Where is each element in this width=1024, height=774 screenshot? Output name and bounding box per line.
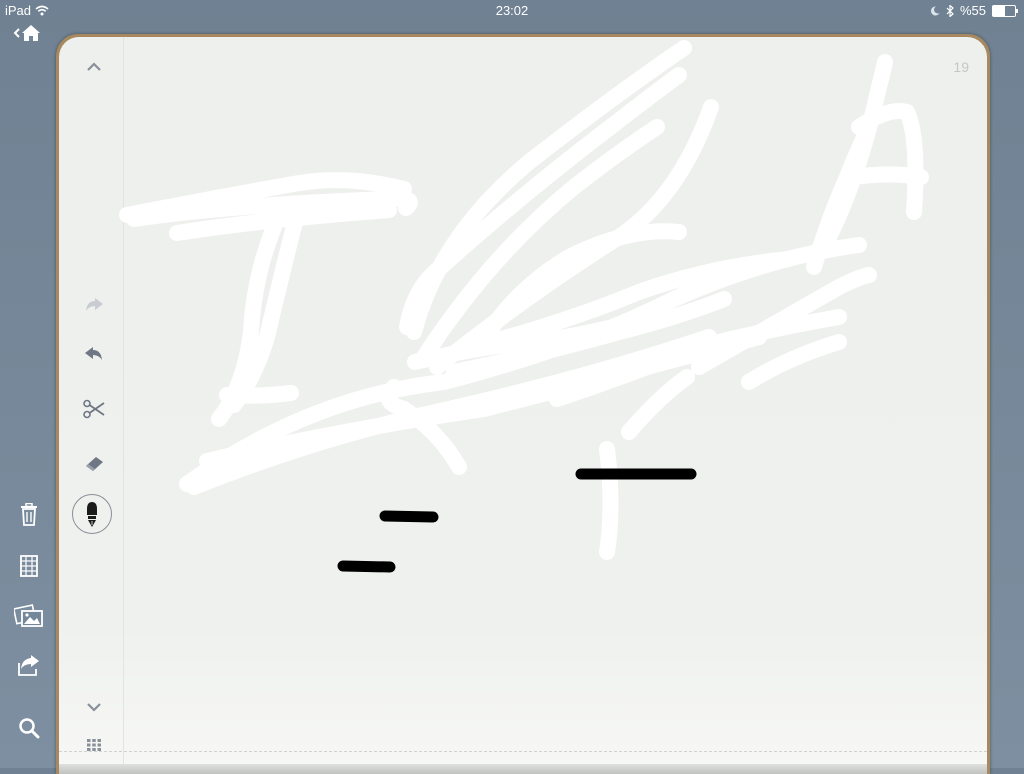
fountain-pen-icon bbox=[87, 502, 97, 527]
notebook-page[interactable]: 19 bbox=[59, 37, 987, 774]
moon-icon bbox=[930, 5, 940, 15]
trash-icon bbox=[21, 503, 37, 526]
search-icon bbox=[19, 718, 40, 739]
page-grid-button[interactable] bbox=[79, 730, 109, 760]
share-icon bbox=[18, 655, 39, 676]
paper-template-button[interactable] bbox=[14, 551, 44, 581]
redo-icon bbox=[86, 298, 103, 311]
bluetooth-icon bbox=[946, 4, 954, 17]
redo-button[interactable] bbox=[79, 290, 109, 320]
pen-tool-button[interactable] bbox=[72, 494, 112, 534]
share-button[interactable] bbox=[14, 650, 44, 680]
scroll-up-button[interactable] bbox=[79, 52, 109, 82]
clock: 23:02 bbox=[495, 3, 529, 18]
battery-fill bbox=[993, 5, 1006, 16]
grid-icon bbox=[87, 739, 101, 751]
battery-icon bbox=[992, 4, 1018, 17]
scroll-down-button[interactable] bbox=[79, 692, 109, 722]
chevron-up-icon bbox=[87, 62, 101, 71]
undo-icon bbox=[85, 347, 102, 360]
undo-button[interactable] bbox=[79, 339, 109, 369]
white-scribbles bbox=[119, 40, 929, 560]
battery-percent: %55 bbox=[959, 3, 986, 18]
notebook: 19 bbox=[56, 34, 990, 774]
page-bottom-line bbox=[59, 751, 987, 752]
photos-icon bbox=[14, 604, 43, 627]
black-strokes bbox=[337, 468, 697, 573]
drawing-canvas[interactable] bbox=[59, 37, 987, 774]
chevron-down-icon bbox=[87, 703, 101, 712]
cut-button[interactable] bbox=[79, 394, 109, 424]
photos-button[interactable] bbox=[12, 601, 46, 631]
scissors-icon bbox=[83, 399, 105, 419]
trash-button[interactable] bbox=[14, 500, 44, 530]
search-button[interactable] bbox=[14, 713, 44, 743]
paper-template-icon bbox=[20, 555, 38, 577]
home-button[interactable] bbox=[12, 22, 46, 44]
eraser-button[interactable] bbox=[79, 449, 109, 479]
eraser-icon bbox=[86, 457, 103, 471]
home-back-icon bbox=[13, 25, 40, 41]
status-bar: iPad 23:02 %55 bbox=[0, 0, 1024, 22]
page-edge bbox=[59, 764, 987, 774]
